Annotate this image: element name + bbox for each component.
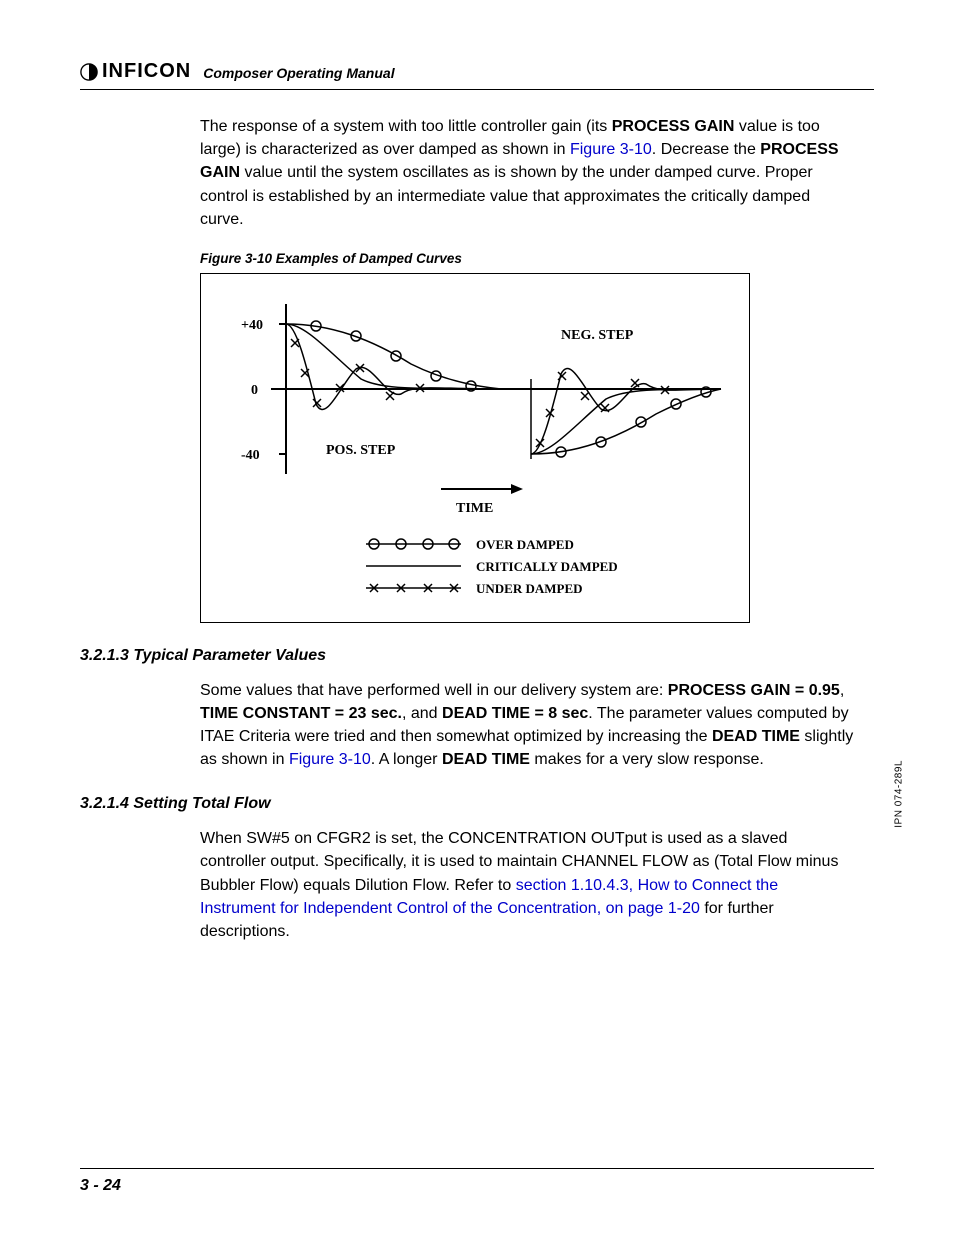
document-ipn: IPN 074-289L [894, 760, 905, 828]
section-3213-paragraph: Some values that have performed well in … [200, 679, 854, 772]
pos-step-label: POS. STEP [326, 443, 396, 458]
figure-caption: Figure 3-10 Examples of Damped Curves [200, 249, 854, 269]
legend-critically-damped: CRITICALLY DAMPED [476, 559, 618, 574]
figure-3-10-link-2[interactable]: Figure 3-10 [289, 751, 371, 768]
section-3214-heading: 3.2.1.4 Setting Total Flow [80, 795, 874, 813]
figure-3-10-link[interactable]: Figure 3-10 [570, 141, 652, 158]
page-footer: 3 - 24 [80, 1168, 874, 1195]
legend-over-damped: OVER DAMPED [476, 537, 574, 552]
page-number: 3 - 24 [80, 1177, 874, 1195]
neg-step-label: NEG. STEP [561, 328, 634, 343]
y-tick-zero: 0 [251, 383, 258, 398]
legend-under-damped: UNDER DAMPED [476, 581, 583, 596]
brand-logo: INFICON [80, 60, 191, 83]
manual-title: Composer Operating Manual [203, 65, 394, 83]
inficon-logo-icon [80, 63, 98, 81]
y-tick-plus40: +40 [241, 318, 263, 333]
intro-paragraph: The response of a system with too little… [200, 115, 854, 231]
time-label: TIME [456, 501, 493, 516]
figure-3-10: +40 0 -40 [200, 273, 750, 623]
section-3214-paragraph: When SW#5 on CFGR2 is set, the CONCENTRA… [200, 827, 854, 943]
y-tick-minus40: -40 [241, 448, 260, 463]
page-header: INFICON Composer Operating Manual [80, 60, 874, 90]
section-3213-heading: 3.2.1.3 Typical Parameter Values [80, 647, 874, 665]
brand-name: INFICON [102, 60, 191, 83]
